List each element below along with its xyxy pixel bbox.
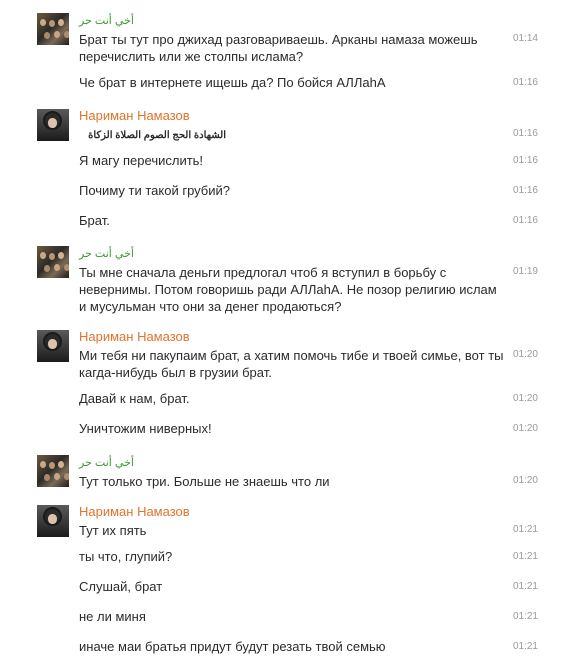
message-text: Давай к нам, брат. (79, 391, 190, 406)
message-text: невернимы. Потом говоришь ради АЛЛahА. Н… (79, 282, 497, 297)
message-text: Уничтожим ниверных! (79, 421, 212, 436)
message-text: Тут их пять (79, 523, 147, 538)
message-text: الشهادة الحج الصوم الصلاة الزكاة (88, 130, 226, 141)
author-name[interactable]: Нариман Намазов (79, 504, 190, 519)
message-text: Почиму ти такой грубий? (79, 183, 230, 198)
message-time: 01:21 (512, 611, 538, 622)
author-avatar[interactable] (37, 246, 69, 278)
message-text: Брат ты тут про джихад разговариваешь. А… (79, 32, 478, 47)
message-time: 01:16 (512, 155, 538, 166)
message-text: перечислить или же столпы ислама? (79, 49, 304, 64)
author-avatar[interactable] (37, 505, 69, 537)
message-text: Че брат в интернете ищешь да? По бойся А… (79, 75, 386, 90)
message-text: и мусульман что они за денег продаються? (79, 299, 342, 314)
message-text: Я магу перечислить! (79, 153, 204, 168)
author-name[interactable]: Нариман Намазов (79, 329, 190, 344)
message-time: 01:20 (512, 475, 538, 486)
message-text: не ли миня (79, 609, 146, 624)
message-text: Ми тебя ни пакупаим брат, а хатим помочь… (79, 348, 504, 363)
message-text: Тут только три. Больше не знаешь что ли (79, 474, 330, 489)
author-avatar[interactable] (37, 330, 69, 362)
message-text: Слушай, брат (79, 579, 163, 594)
message-time: 01:21 (512, 581, 538, 592)
message-text: Брат. (79, 213, 110, 228)
message-time: 01:21 (512, 641, 538, 652)
message-time: 01:21 (512, 524, 538, 535)
message-time: 01:16 (512, 215, 538, 226)
chat-log: أخي أنت حر Брат ты тут про джихад разгов… (0, 0, 567, 665)
message-time: 01:20 (512, 393, 538, 404)
message-time: 01:20 (512, 349, 538, 360)
author-avatar[interactable] (37, 109, 69, 141)
message-time: 01:16 (512, 185, 538, 196)
message-time: 01:20 (512, 423, 538, 434)
message-text: Ты мне сначала деньги предлогал чтоб я в… (79, 265, 447, 280)
message-text: ты что, глупий? (79, 549, 173, 564)
author-name[interactable]: أخي أنت حر (79, 456, 134, 469)
message-time: 01:21 (512, 551, 538, 562)
message-time: 01:16 (512, 128, 538, 139)
message-text: кагда-нибудь был в грузии брат. (79, 365, 272, 380)
message-text: иначе маи братья придут будут резать тво… (79, 639, 386, 654)
author-name[interactable]: أخي أنت حر (79, 14, 134, 27)
author-avatar[interactable] (37, 13, 69, 45)
message-time: 01:19 (512, 266, 538, 277)
message-time: 01:14 (512, 33, 538, 44)
author-name[interactable]: أخي أنت حر (79, 247, 134, 260)
author-avatar[interactable] (37, 455, 69, 487)
author-name[interactable]: Нариман Намазов (79, 108, 190, 123)
message-time: 01:16 (512, 77, 538, 88)
